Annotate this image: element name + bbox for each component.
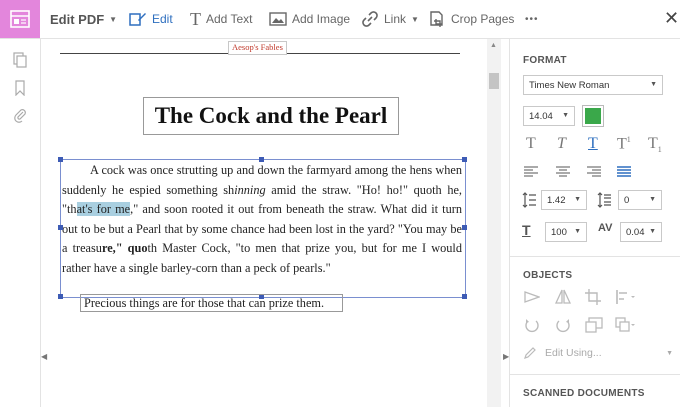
- line-spacing-icon[interactable]: [522, 192, 536, 208]
- chevron-down-icon: ▼: [411, 14, 419, 24]
- text-color-button[interactable]: [582, 105, 604, 127]
- rotate-right-icon[interactable]: [555, 317, 571, 333]
- edit-pdf-menu[interactable]: Edit PDF ▼: [50, 0, 117, 38]
- subscript-icon[interactable]: T1: [648, 135, 662, 154]
- pencil-icon: [524, 347, 536, 359]
- link-icon: [362, 11, 378, 27]
- vertical-scrollbar[interactable]: [487, 39, 501, 407]
- left-rail: [0, 39, 41, 407]
- scroll-up-icon[interactable]: ▲: [490, 42, 497, 49]
- replace-image-icon[interactable]: [585, 317, 603, 333]
- resize-handle[interactable]: [259, 157, 264, 162]
- chevron-down-icon: ▼: [650, 81, 657, 88]
- moral-text: Precious things are for those that can p…: [84, 295, 325, 310]
- add-text-button[interactable]: T Add Text: [190, 0, 252, 38]
- justify-icon[interactable]: [617, 166, 631, 178]
- edit-using-label: Edit Using...: [545, 347, 602, 359]
- image-icon: [269, 12, 287, 26]
- resize-handle[interactable]: [462, 157, 467, 162]
- chevron-down-icon: ▼: [574, 196, 581, 203]
- font-size-value: 14.04: [529, 110, 553, 122]
- bookmark-icon[interactable]: [12, 80, 28, 96]
- edit-icon: [129, 13, 146, 26]
- align-center-icon[interactable]: [556, 166, 570, 178]
- line-spacing-value: 1.42: [547, 194, 566, 206]
- character-spacing-select[interactable]: 0.04 ▼: [620, 222, 662, 242]
- add-image-button[interactable]: Add Image: [269, 0, 350, 38]
- edit-pdf-label: Edit PDF: [50, 11, 105, 27]
- crop-object-icon[interactable]: [585, 289, 601, 305]
- chevron-down-icon: ▼: [562, 112, 569, 119]
- regular-text-icon[interactable]: T: [526, 135, 536, 153]
- resize-handle[interactable]: [58, 294, 63, 299]
- crop-pages-button[interactable]: Crop Pages: [428, 0, 514, 38]
- paragraph-spacing-icon[interactable]: [597, 192, 611, 208]
- color-swatch: [585, 108, 601, 124]
- resize-handle[interactable]: [462, 225, 467, 230]
- link-label: Link: [384, 12, 407, 26]
- chevron-down-icon: ▼: [109, 14, 118, 24]
- format-section-title: FORMAT: [523, 55, 567, 66]
- align-left-icon[interactable]: [524, 166, 538, 178]
- resize-handle[interactable]: [58, 157, 63, 162]
- page-header[interactable]: Aesop's Fables: [228, 41, 287, 55]
- scale-value: 100: [551, 226, 567, 238]
- rotate-left-icon[interactable]: [524, 317, 540, 333]
- superscript-icon[interactable]: T1: [617, 135, 631, 153]
- font-size-select[interactable]: 14.04 ▼: [523, 106, 575, 126]
- paragraph-bold-run: re," quo: [101, 241, 148, 256]
- divider: [510, 256, 680, 257]
- font-family-select[interactable]: Times New Roman ▼: [523, 75, 663, 95]
- italic-text-icon[interactable]: T: [557, 135, 566, 153]
- arrange-icon[interactable]: [615, 317, 637, 333]
- character-spacing-value: 0.04: [626, 226, 645, 238]
- resize-handle[interactable]: [58, 225, 63, 230]
- document-title: The Cock and the Pearl: [154, 103, 388, 128]
- divider: [510, 374, 680, 375]
- crop-icon: [430, 11, 443, 27]
- add-image-label: Add Image: [292, 12, 351, 26]
- chevron-down-icon: ▼: [649, 228, 656, 235]
- scrollbar-thumb[interactable]: [489, 73, 499, 89]
- selected-text[interactable]: at's for me: [76, 202, 131, 217]
- line-spacing-select[interactable]: 1.42 ▼: [541, 190, 587, 210]
- moral-text-box[interactable]: Precious things are for those that can p…: [80, 294, 343, 312]
- underline-text-icon[interactable]: T: [588, 135, 598, 153]
- link-button[interactable]: Link ▼: [361, 0, 419, 38]
- chevron-down-icon: ▼: [574, 228, 581, 235]
- character-spacing-icon[interactable]: AV: [598, 222, 612, 234]
- edit-button[interactable]: Edit: [129, 0, 173, 38]
- crop-pages-label: Crop Pages: [451, 12, 515, 26]
- add-text-label: Add Text: [206, 12, 253, 26]
- paragraph-italic-run: inning: [234, 182, 266, 197]
- collapse-left-icon[interactable]: ◀: [41, 352, 47, 361]
- pages-icon[interactable]: [12, 52, 28, 68]
- chevron-down-icon: ▼: [666, 349, 673, 357]
- paragraph-spacing-select[interactable]: 0 ▼: [618, 190, 662, 210]
- close-icon[interactable]: ✕: [664, 8, 679, 29]
- align-objects-icon[interactable]: [615, 289, 637, 305]
- flip-horizontal-icon[interactable]: [555, 289, 571, 305]
- text-icon: T: [190, 8, 201, 29]
- edit-using-menu[interactable]: Edit Using... ▼: [523, 345, 673, 361]
- font-family-value: Times New Roman: [529, 79, 610, 91]
- chevron-down-icon: ▼: [649, 196, 656, 203]
- edit-label: Edit: [152, 12, 173, 26]
- flip-vertical-icon[interactable]: [524, 290, 540, 304]
- edit-pdf-tool-icon[interactable]: [0, 0, 40, 38]
- attachment-icon[interactable]: [12, 107, 28, 123]
- scanned-documents-section-title: SCANNED DOCUMENTS: [523, 388, 645, 399]
- more-options-icon[interactable]: •••: [525, 0, 539, 38]
- scale-select[interactable]: 100 ▼: [545, 222, 587, 242]
- title-text-box[interactable]: The Cock and the Pearl: [143, 97, 399, 135]
- horizontal-scale-icon[interactable]: T: [522, 222, 531, 238]
- align-right-icon[interactable]: [587, 166, 601, 178]
- paragraph-spacing-value: 0: [624, 194, 630, 206]
- resize-handle[interactable]: [462, 294, 467, 299]
- objects-section-title: OBJECTS: [523, 270, 573, 281]
- paragraph-text[interactable]: A cock was once strutting up and down th…: [62, 161, 462, 279]
